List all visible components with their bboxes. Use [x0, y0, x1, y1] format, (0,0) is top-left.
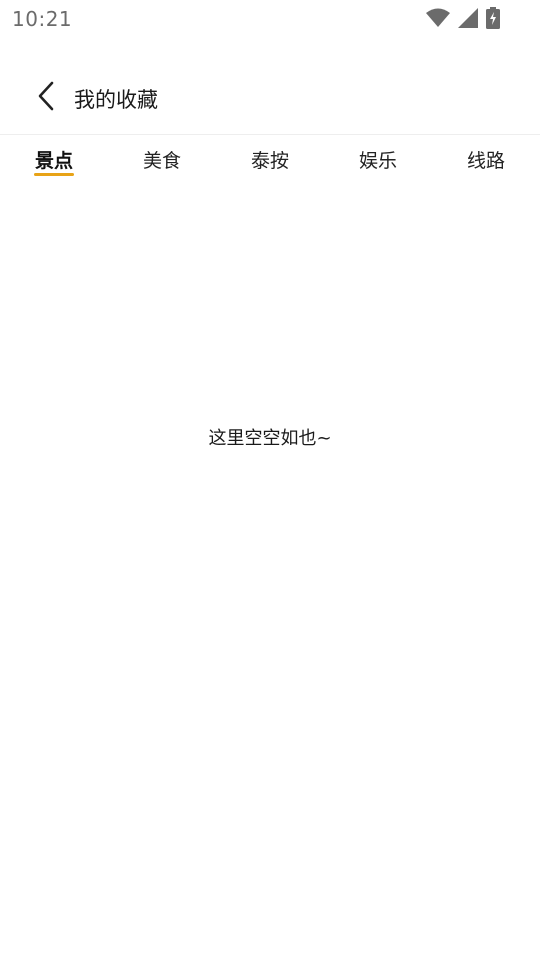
app-bar: 我的收藏 — [0, 60, 540, 134]
tab-entertainment[interactable]: 娱乐 — [359, 146, 397, 173]
tab-scenic[interactable]: 景点 — [35, 146, 73, 173]
tab-food[interactable]: 美食 — [143, 146, 181, 173]
status-icons — [426, 7, 500, 29]
battery-charging-icon — [486, 7, 500, 29]
wifi-icon — [426, 8, 450, 28]
favorites-screen: 10:21 我的收藏 景点 美食 泰按 娱乐 线路 这里空空如也~ — [0, 0, 540, 960]
signal-icon — [458, 8, 478, 28]
tab-routes[interactable]: 线路 — [467, 146, 505, 173]
chevron-left-icon — [36, 81, 56, 115]
active-tab-indicator — [34, 173, 74, 176]
header-divider — [0, 134, 540, 135]
tab-thai-massage[interactable]: 泰按 — [251, 146, 289, 173]
category-tabs: 景点 美食 泰按 娱乐 线路 — [0, 136, 540, 182]
status-bar: 10:21 — [0, 0, 540, 36]
status-time: 10:21 — [12, 7, 73, 31]
empty-state-message: 这里空空如也~ — [208, 428, 332, 449]
back-button[interactable] — [28, 80, 64, 116]
page-title: 我的收藏 — [74, 88, 158, 112]
